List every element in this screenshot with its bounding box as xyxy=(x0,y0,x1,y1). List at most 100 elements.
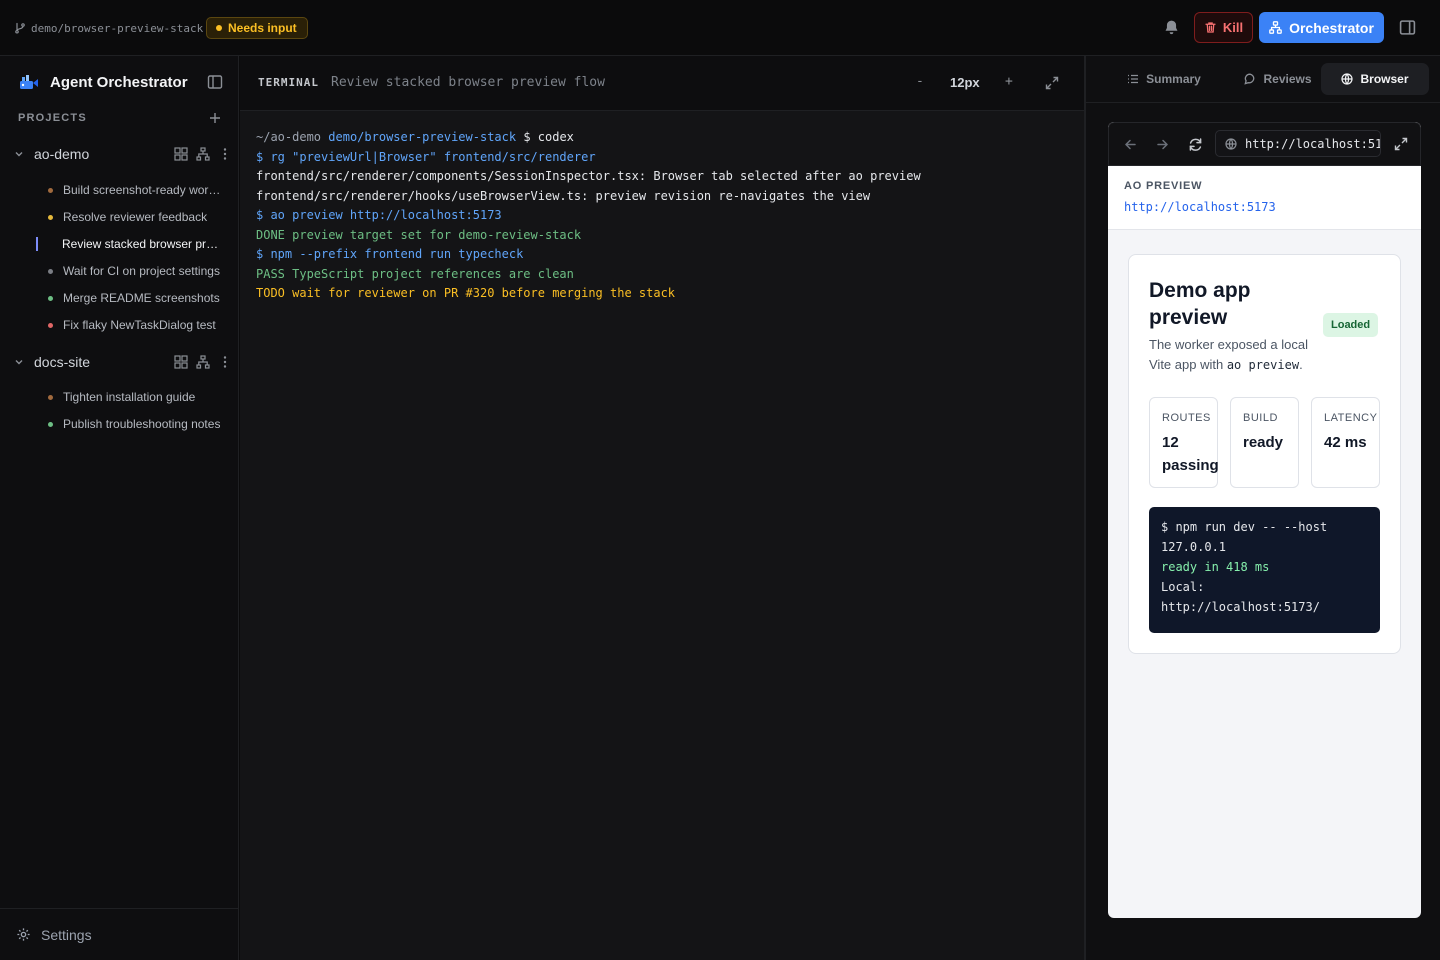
dev-server-log: $ npm run dev -- --host 127.0.0.1 ready … xyxy=(1149,507,1380,633)
add-project-icon[interactable] xyxy=(209,112,221,124)
terminal-line: TODO wait for reviewer on PR #320 before… xyxy=(256,286,676,300)
more-vertical-icon[interactable] xyxy=(218,147,232,161)
terminal-line: $ npm --prefix frontend run typecheck xyxy=(256,247,524,261)
terminal-header: TERMINAL Review stacked browser preview … xyxy=(240,56,1084,111)
sidebar: Agent Orchestrator PROJECTS ao-demo Buil… xyxy=(0,56,239,960)
session-item[interactable]: Merge README screenshots xyxy=(40,288,226,308)
globe-icon xyxy=(1225,137,1237,150)
hierarchy-icon[interactable] xyxy=(196,355,210,369)
layout-grid-icon[interactable] xyxy=(174,355,188,369)
session-label: Fix flaky NewTaskDialog test xyxy=(63,318,216,332)
kill-label: Kill xyxy=(1222,20,1244,35)
card-description: The worker exposed a local Vite app with… xyxy=(1149,335,1319,375)
log-line: 127.0.0.1 xyxy=(1161,540,1227,554)
stat-value: 12 passing xyxy=(1162,434,1219,474)
tab-browser[interactable]: Browser xyxy=(1321,63,1429,95)
session-item[interactable]: Resolve reviewer feedback xyxy=(40,207,226,227)
log-line: $ npm run dev -- --host xyxy=(1161,520,1328,534)
status-dot xyxy=(48,214,53,220)
log-line: Local: xyxy=(1161,580,1205,594)
terminal-panel: TERMINAL Review stacked browser preview … xyxy=(240,56,1084,960)
tab-summary[interactable]: Summary xyxy=(1108,63,1220,95)
orchestrator-button[interactable]: Orchestrator xyxy=(1259,12,1384,43)
font-decrease-button[interactable]: - xyxy=(916,74,924,89)
hierarchy-icon xyxy=(1269,21,1282,34)
session-item[interactable]: Tighten installation guide xyxy=(40,387,226,407)
browser-preview: http://localhost:5173 AO PREVIEW http://… xyxy=(1108,122,1421,918)
status-dot xyxy=(48,421,53,427)
top-bar: demo/browser-preview-stack Needs input K… xyxy=(0,0,1440,56)
address-bar-url: http://localhost:5173 xyxy=(1245,136,1380,151)
preview-url[interactable]: http://localhost:5173 xyxy=(1124,200,1276,214)
address-bar[interactable]: http://localhost:5173 xyxy=(1215,130,1381,157)
tab-label: Browser xyxy=(1360,72,1409,86)
orchestrator-label: Orchestrator xyxy=(1289,19,1374,36)
preview-header: AO PREVIEW http://localhost:5173 xyxy=(1108,166,1421,230)
tab-reviews[interactable]: Reviews xyxy=(1222,63,1334,95)
stat-value: 42 ms xyxy=(1324,434,1367,451)
stat-routes: ROUTES 12 passing xyxy=(1149,397,1219,488)
layout-grid-icon[interactable] xyxy=(174,147,188,161)
app-logo-icon xyxy=(20,75,38,89)
project-name: docs-site xyxy=(34,354,91,370)
status-dot xyxy=(48,295,53,301)
session-label: Wait for CI on project settings xyxy=(63,264,220,278)
session-label: Merge README screenshots xyxy=(63,291,220,305)
log-line: http://localhost:5173/ xyxy=(1161,600,1320,614)
demo-app-card: Demo app preview Loaded The worker expos… xyxy=(1128,254,1401,654)
app-brand: Agent Orchestrator xyxy=(18,72,188,92)
chevron-down-icon[interactable] xyxy=(14,357,24,367)
projects-heading: PROJECTS xyxy=(18,112,87,124)
tab-label: Reviews xyxy=(1263,72,1312,86)
terminal-line: frontend/src/renderer/hooks/useBrowserVi… xyxy=(256,188,871,203)
loaded-badge: Loaded xyxy=(1323,313,1379,337)
session-item-active[interactable]: Review stacked browser preview flow xyxy=(36,234,224,254)
settings-label: Settings xyxy=(41,926,92,943)
kill-button[interactable]: Kill xyxy=(1194,12,1253,43)
status-dot xyxy=(48,394,53,400)
status-dot xyxy=(48,268,53,274)
sidebar-collapse-icon[interactable] xyxy=(207,74,223,90)
project-row-docs-site[interactable]: docs-site xyxy=(14,351,232,373)
session-item[interactable]: Wait for CI on project settings xyxy=(40,261,226,281)
terminal-title: Review stacked browser preview flow xyxy=(331,75,605,90)
project-name: ao-demo xyxy=(34,146,90,162)
branch-indicator: demo/browser-preview-stack xyxy=(14,20,203,36)
arrow-left-icon[interactable] xyxy=(1123,137,1138,152)
font-increase-button[interactable]: + xyxy=(1005,74,1013,89)
prompt-dir: ~/ao-demo xyxy=(256,130,322,144)
terminal-output[interactable]: ~/ao-demo demo/browser-preview-stack $ c… xyxy=(256,128,1076,304)
status-dot xyxy=(216,25,222,31)
desc-suffix: . xyxy=(1299,357,1303,372)
arrow-right-icon[interactable] xyxy=(1155,137,1170,152)
session-item[interactable]: Publish troubleshooting notes xyxy=(40,414,226,434)
expand-icon[interactable] xyxy=(1045,76,1059,90)
settings-button[interactable]: Settings xyxy=(0,908,239,960)
log-line: ready in 418 ms xyxy=(1161,560,1270,574)
stat-value: ready xyxy=(1243,434,1284,451)
stat-label: ROUTES xyxy=(1162,412,1211,424)
session-item[interactable]: Fix flaky NewTaskDialog test xyxy=(40,315,226,335)
font-size-value: 12px xyxy=(950,75,980,90)
chevron-down-icon[interactable] xyxy=(14,149,24,159)
project-row-ao-demo[interactable]: ao-demo xyxy=(14,143,232,165)
app-title: Agent Orchestrator xyxy=(50,73,188,91)
hierarchy-icon[interactable] xyxy=(196,147,210,161)
panel-right-icon[interactable] xyxy=(1399,19,1416,36)
status-dot xyxy=(48,322,53,328)
expand-icon[interactable] xyxy=(1394,137,1408,151)
terminal-line: DONE preview target set for demo-review-… xyxy=(256,227,582,242)
session-label: Tighten installation guide xyxy=(63,390,196,404)
bell-icon[interactable] xyxy=(1163,19,1180,36)
session-label: Resolve reviewer feedback xyxy=(63,210,208,224)
git-branch-icon xyxy=(15,22,25,34)
stat-build: BUILD ready xyxy=(1230,397,1299,488)
session-label: Publish troubleshooting notes xyxy=(63,417,221,431)
refresh-icon[interactable] xyxy=(1188,137,1203,152)
session-item[interactable]: Build screenshot-ready workspace xyxy=(40,180,226,200)
stat-label: BUILD xyxy=(1243,412,1278,424)
terminal-line: $ rg "previewUrl|Browser" frontend/src/r… xyxy=(256,149,596,164)
active-indicator xyxy=(36,237,38,251)
more-vertical-icon[interactable] xyxy=(218,355,232,369)
terminal-line: ~/ao-demo demo/browser-preview-stack $ c… xyxy=(256,128,1076,148)
